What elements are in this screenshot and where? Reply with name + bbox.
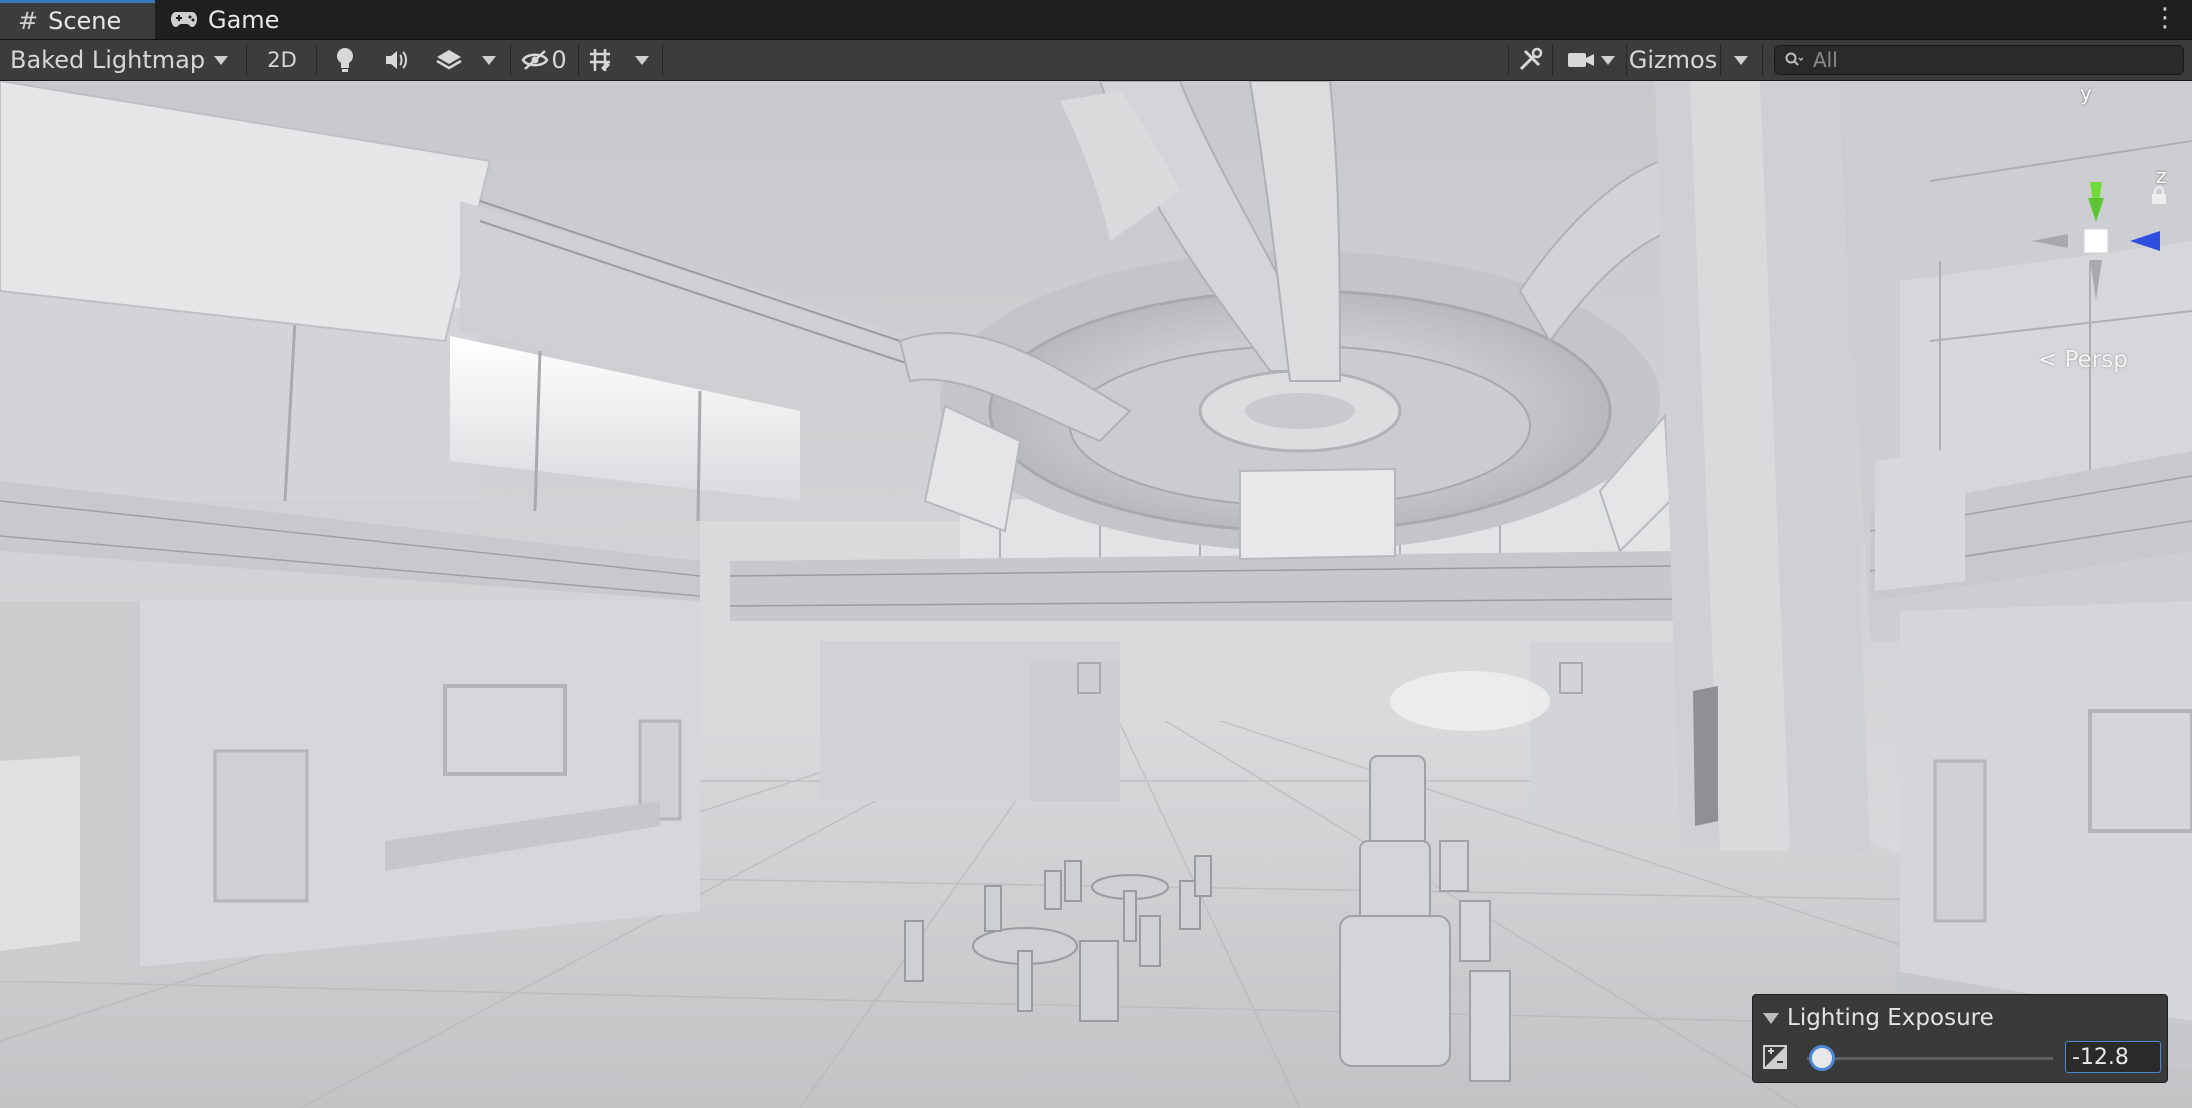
search-icon [1785,52,1803,66]
toolbar-divider [1508,44,1509,76]
lighting-exposure-overlay: Lighting Exposure [1752,994,2168,1083]
tab-scene-label: Scene [48,7,122,35]
exposure-slider-track[interactable] [1807,1057,2053,1060]
scene-visibility-toggle[interactable]: 0 [514,40,574,80]
lightbulb-icon [337,48,353,72]
gizmo-center-cube[interactable] [2083,228,2109,254]
more-options-icon[interactable]: ⋮ [2152,5,2178,31]
axis-y-label: y [2080,81,2092,105]
lighting-toggle-button[interactable] [324,40,366,80]
scene-search-box[interactable] [1774,45,2184,75]
tools-button[interactable] [1512,40,1548,80]
layers-effects-icon [436,50,462,70]
toolbar-divider [1762,44,1763,76]
gizmos-label: Gizmos [1628,46,1718,74]
toolbar-divider [316,44,317,76]
collapse-triangle-icon[interactable] [1763,1012,1779,1024]
tab-game[interactable]: Game [170,0,300,39]
chevron-down-icon [635,55,649,65]
gamepad-icon [170,6,198,34]
toolbar-divider [662,44,663,76]
search-input[interactable] [1813,48,2153,72]
scene-render [0,81,2192,1108]
2d-toggle-label: 2D [267,48,297,72]
lock-icon[interactable] [2150,185,2168,205]
overlay-title: Lighting Exposure [1787,1005,1994,1031]
axis-x-cone[interactable] [2032,234,2068,248]
scene-viewport[interactable]: y z < Persp [0,81,2192,1108]
exposure-slider-handle[interactable] [1808,1045,1835,1071]
grid-dropdown-button[interactable] [626,40,658,80]
toolbar-divider [246,44,247,76]
toolbar-divider [578,44,579,76]
chevron-down-icon [482,55,496,65]
tab-scene[interactable]: # Scene [0,0,155,39]
camera-icon [1568,53,1594,67]
toolbar-divider [1720,44,1721,76]
chevron-left-icon: < [2038,347,2058,373]
overlay-header[interactable]: Lighting Exposure [1763,1005,1994,1031]
audio-toggle-button[interactable] [376,40,418,80]
projection-toggle[interactable]: < Persp [2038,347,2128,373]
draw-mode-dropdown[interactable]: Baked Lightmap [0,40,240,80]
grid-snap-icon [590,49,610,71]
effects-toggle-button[interactable] [428,40,470,80]
tools-wrench-icon [1519,47,1543,71]
axis-neg-y-cone[interactable] [2090,260,2102,300]
effects-dropdown-button[interactable] [472,40,506,80]
gizmos-toggle-button[interactable]: Gizmos [1628,40,1718,80]
axis-z-cone[interactable] [2130,231,2160,251]
draw-mode-label: Baked Lightmap [10,46,206,74]
hidden-eye-icon [521,50,549,70]
chevron-down-icon [214,55,228,65]
2d-toggle-button[interactable]: 2D [254,40,310,80]
exposure-value-field[interactable] [2065,1041,2161,1073]
speaker-icon [386,51,407,69]
grid-toggle-button[interactable] [580,40,620,80]
exposure-icon [1763,1045,1787,1069]
scene-toolbar: Baked Lightmap 2D 0 Gizmos [0,40,2192,81]
toolbar-divider [1626,44,1627,76]
camera-settings-button[interactable] [1558,40,1624,80]
chevron-down-icon [1734,55,1748,65]
window-tab-bar: # Scene Game ⋮ [0,0,2192,40]
grid-hash-icon: # [18,7,39,35]
axis-y-cone-shade [2088,198,2104,222]
toolbar-divider [510,44,511,76]
chevron-down-icon [1601,55,1615,65]
gizmos-dropdown-button[interactable] [1724,40,1758,80]
hidden-object-count: 0 [551,46,567,74]
tab-game-label: Game [208,5,280,34]
projection-label: Persp [2064,347,2128,373]
toolbar-divider [1552,44,1553,76]
